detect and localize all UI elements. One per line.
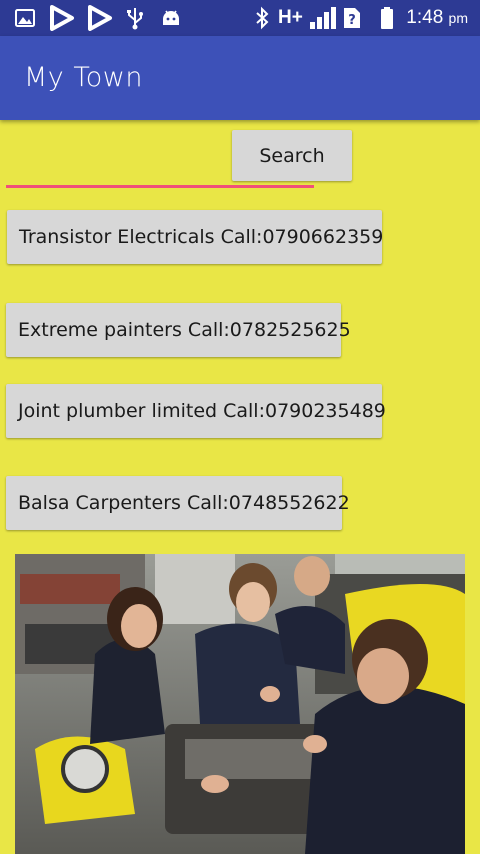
play-icon xyxy=(86,5,114,31)
bluetooth-icon xyxy=(254,6,270,30)
app-bar: My Town xyxy=(0,36,480,120)
image-icon xyxy=(14,6,36,30)
clock-time: 1:48 xyxy=(406,7,444,28)
clock: 1:48 pm xyxy=(406,6,468,30)
sim-alert-icon: ? xyxy=(342,6,362,30)
clock-ampm: pm xyxy=(448,10,468,26)
workshop-photo xyxy=(15,554,465,854)
svg-text:?: ? xyxy=(348,13,356,28)
contact-button-balsa-carpenters[interactable]: Balsa Carpenters Call:0748552622 xyxy=(6,476,350,530)
app-title: My Town xyxy=(24,62,143,93)
contact-button-joint-plumber[interactable]: Joint plumber limited Call:0790235489 xyxy=(6,384,386,438)
usb-icon xyxy=(126,6,144,30)
battery-icon xyxy=(380,6,394,30)
android-icon xyxy=(160,6,182,30)
search-button[interactable]: Search xyxy=(232,130,352,181)
contact-button-transistor-electricals[interactable]: Transistor Electricals Call:0790662359 xyxy=(7,210,383,264)
network-type-label: H+ xyxy=(278,7,303,28)
status-bar: H+ ? 1:48 pm xyxy=(0,0,480,36)
play-icon xyxy=(48,5,76,31)
signal-icon xyxy=(308,6,338,30)
contact-button-extreme-painters[interactable]: Extreme painters Call:0782525625 xyxy=(6,303,351,357)
